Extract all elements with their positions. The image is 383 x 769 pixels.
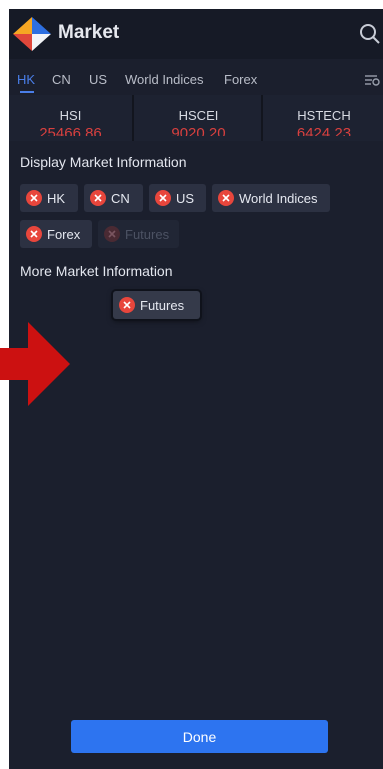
- remove-icon: [104, 226, 120, 242]
- annotation-arrow-icon: [0, 322, 70, 406]
- remove-icon[interactable]: [90, 190, 106, 206]
- search-icon[interactable]: [359, 23, 381, 45]
- chip-us[interactable]: US: [149, 184, 206, 212]
- chip-label: World Indices: [239, 190, 318, 206]
- chip-world-indices[interactable]: World Indices: [212, 184, 330, 212]
- remove-icon[interactable]: [26, 226, 42, 242]
- chip-label: HK: [47, 190, 66, 206]
- tab-world-indices[interactable]: World Indices: [125, 72, 204, 87]
- done-button[interactable]: Done: [71, 720, 328, 753]
- index-value: 25466.86: [39, 125, 102, 136]
- chip-cn[interactable]: CN: [84, 184, 143, 212]
- remove-icon[interactable]: [119, 297, 135, 313]
- remove-icon[interactable]: [26, 190, 42, 206]
- market-logo-icon: [13, 17, 51, 51]
- index-name: HSCEI: [178, 108, 219, 123]
- tab-us[interactable]: US: [89, 72, 107, 87]
- display-section-title: Display Market Information: [20, 154, 187, 170]
- tab-settings-icon[interactable]: [363, 71, 381, 89]
- app-header: Market: [9, 9, 383, 59]
- tab-cn[interactable]: CN: [52, 72, 71, 87]
- index-value: 6424.23: [296, 125, 352, 136]
- chip-hk[interactable]: HK: [20, 184, 78, 212]
- page-title: Market: [58, 22, 120, 43]
- chip-label: Futures: [140, 297, 185, 313]
- index-value: 9020.20: [171, 125, 226, 136]
- index-name: HSTECH: [297, 108, 351, 123]
- chip-futures-dragging[interactable]: Futures: [113, 291, 200, 319]
- tab-forex[interactable]: Forex: [224, 72, 257, 87]
- chip-forex[interactable]: Forex: [20, 220, 92, 248]
- chip-label: Forex: [47, 226, 81, 242]
- edit-market-sheet: Display Market Information HK CN US Worl…: [9, 141, 383, 769]
- chip-futures-placeholder: Futures: [98, 220, 179, 248]
- tab-hk[interactable]: HK: [17, 72, 35, 87]
- remove-icon[interactable]: [218, 190, 234, 206]
- remove-icon[interactable]: [155, 190, 171, 206]
- index-name: HSI: [59, 108, 82, 123]
- tab-active-underline: [20, 91, 34, 93]
- chip-label: Futures: [125, 226, 170, 242]
- more-section-title: More Market Information: [20, 263, 173, 279]
- chip-label: CN: [111, 190, 130, 206]
- chip-label: US: [176, 190, 195, 206]
